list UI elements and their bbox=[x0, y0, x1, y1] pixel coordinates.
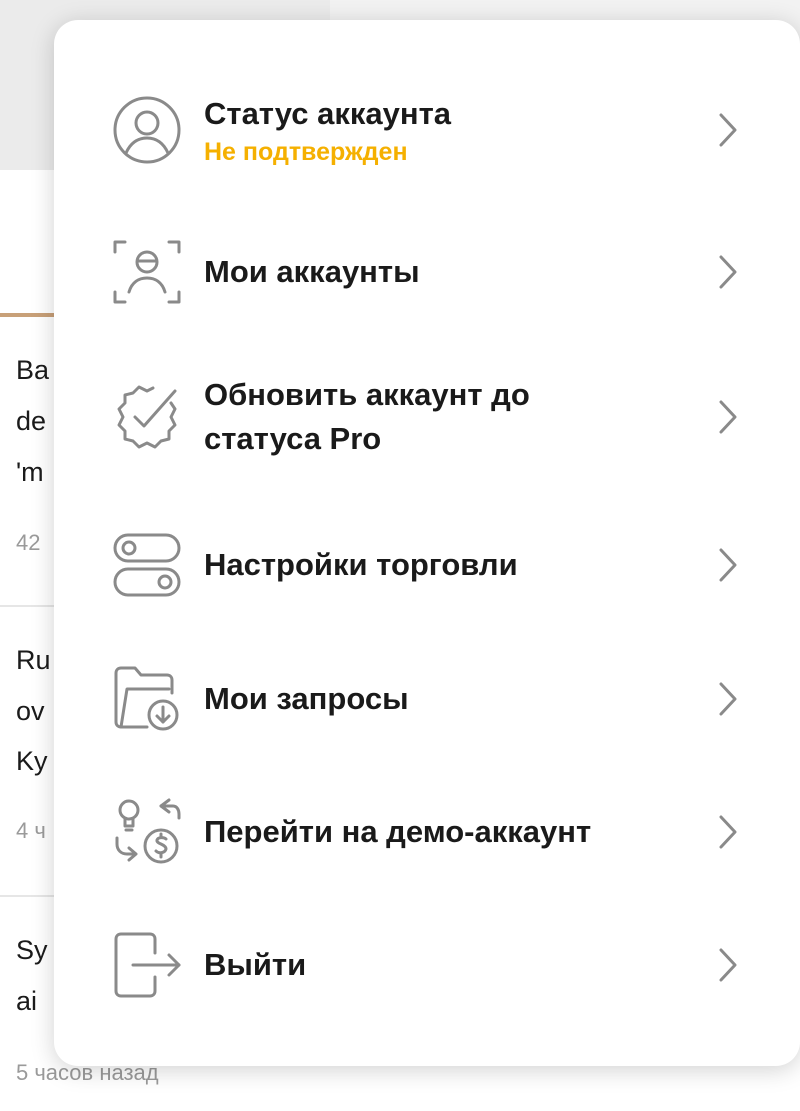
account-status-badge: Не подтвержден bbox=[204, 138, 408, 166]
menu-item-logout[interactable]: Выйти bbox=[54, 910, 800, 1020]
article-line: Ky bbox=[16, 746, 48, 776]
background-tab-indicator bbox=[0, 313, 60, 317]
chevron-right-icon bbox=[719, 113, 737, 147]
chevron-right-icon bbox=[719, 400, 737, 434]
menu-item-label: Мои аккаунты bbox=[204, 254, 420, 289]
article-line: de bbox=[16, 406, 47, 436]
badge-check-icon bbox=[109, 379, 185, 455]
article-line: Ru bbox=[16, 645, 51, 675]
article-divider bbox=[0, 605, 60, 607]
menu-item-label: Выйти bbox=[204, 947, 307, 982]
article-divider bbox=[0, 895, 60, 897]
toggles-icon bbox=[109, 527, 185, 603]
menu-item-account-status[interactable]: Статус аккаунта Не подтвержден bbox=[54, 75, 800, 185]
face-scan-icon bbox=[109, 234, 185, 310]
background-strip bbox=[330, 0, 800, 20]
menu-item-my-requests[interactable]: Мои запросы bbox=[54, 644, 800, 754]
menu-item-trading-settings[interactable]: Настройки торговли bbox=[54, 510, 800, 620]
account-menu: Статус аккаунта Не подтвержден Мои аккау… bbox=[54, 20, 800, 1066]
logout-icon bbox=[109, 927, 185, 1003]
article-meta: 4 ч bbox=[16, 818, 46, 843]
chevron-right-icon bbox=[719, 548, 737, 582]
chevron-right-icon bbox=[719, 682, 737, 716]
chevron-right-icon bbox=[719, 815, 737, 849]
article-line: 'm bbox=[16, 457, 44, 487]
menu-item-label: Настройки торговли bbox=[204, 547, 518, 582]
menu-item-my-accounts[interactable]: Мои аккаунты bbox=[54, 217, 800, 327]
folder-download-icon bbox=[109, 661, 185, 737]
chevron-right-icon bbox=[719, 948, 737, 982]
menu-item-switch-demo[interactable]: Перейти на демо-аккаунт bbox=[54, 777, 800, 887]
user-circle-icon bbox=[109, 92, 185, 168]
menu-item-upgrade-pro[interactable]: Обновить аккаунт до статуса Pro bbox=[54, 362, 800, 472]
menu-item-label: Перейти на демо-аккаунт bbox=[204, 814, 592, 849]
chevron-right-icon bbox=[719, 255, 737, 289]
article-line: ai bbox=[16, 986, 38, 1016]
article-line: Sy bbox=[16, 935, 48, 965]
article-meta: 42 bbox=[16, 530, 41, 555]
menu-item-label: Обновить аккаунт до статуса Pro bbox=[204, 377, 530, 456]
menu-item-label: Мои запросы bbox=[204, 681, 409, 716]
switch-demo-icon bbox=[109, 794, 185, 870]
article-line: Ba bbox=[16, 355, 50, 385]
article-line: ov bbox=[16, 696, 45, 726]
menu-item-label: Статус аккаунта bbox=[204, 96, 451, 131]
